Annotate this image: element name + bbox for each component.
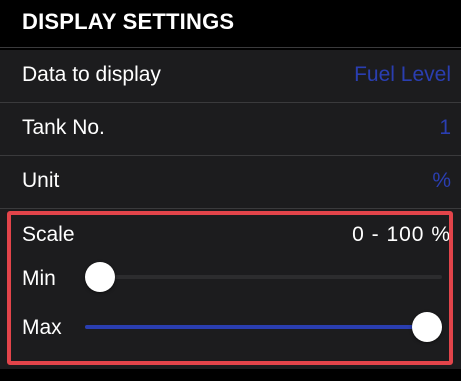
section-title: DISPLAY SETTINGS: [22, 9, 235, 34]
unit-value[interactable]: %: [432, 169, 451, 193]
data-to-display-label: Data to display: [22, 63, 161, 86]
tank-number-label: Tank No.: [22, 116, 105, 139]
max-slider-thumb[interactable]: [412, 312, 442, 342]
max-slider-label: Max: [22, 316, 62, 339]
min-slider-label: Min: [22, 267, 56, 290]
data-to-display-value[interactable]: Fuel Level: [354, 63, 451, 87]
unit-row[interactable]: Unit %: [0, 156, 461, 209]
display-settings-screen: DISPLAY SETTINGS Data to display Fuel Le…: [0, 0, 461, 381]
unit-label: Unit: [22, 169, 60, 192]
max-slider[interactable]: [85, 312, 442, 342]
tank-number-value[interactable]: 1: [439, 116, 451, 140]
section-header: DISPLAY SETTINGS: [0, 0, 461, 48]
min-slider[interactable]: [85, 262, 442, 292]
data-to-display-row[interactable]: Data to display Fuel Level: [0, 50, 461, 103]
tank-number-row[interactable]: Tank No. 1: [0, 103, 461, 156]
min-slider-track[interactable]: [85, 275, 442, 279]
scale-range-value: 0 - 100 %: [352, 223, 451, 246]
scale-label: Scale: [22, 223, 75, 246]
min-slider-thumb[interactable]: [85, 262, 115, 292]
max-slider-fill: [85, 325, 427, 329]
